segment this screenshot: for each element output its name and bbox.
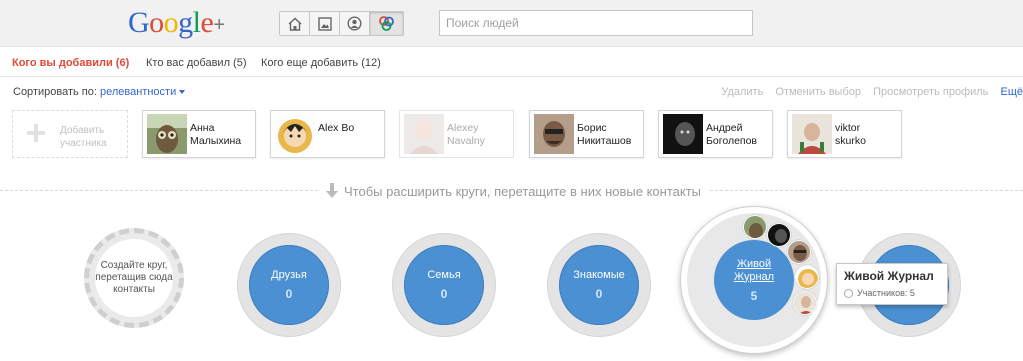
google-plus-logo[interactable]: Google+ [128, 6, 225, 40]
contact-name: viktor skurko [835, 122, 905, 148]
logo-letter: g [178, 6, 193, 39]
tab-added-by-you[interactable]: Кого вы добавили (6) [12, 57, 129, 69]
contact-name-line: Малыхина [190, 135, 242, 147]
circle-acquaintances-center: Знакомые 0 [559, 245, 639, 325]
circle-friends[interactable]: Друзья 0 [237, 233, 341, 337]
more-button[interactable]: Ещё [1000, 86, 1023, 98]
circle-count: 0 [595, 287, 603, 301]
member-avatar[interactable] [787, 240, 811, 264]
avatar [792, 114, 832, 154]
add-participant-card[interactable]: Добавить участника [12, 110, 128, 158]
avatar [663, 114, 703, 154]
circle-livejournal-expanded[interactable]: Живой Журнал 5 [680, 206, 828, 354]
photos-icon [317, 16, 332, 31]
contact-name-line: Alexey [447, 122, 479, 134]
contact-card[interactable]: Alex Bo [270, 110, 385, 158]
delete-button[interactable]: Удалить [721, 86, 763, 98]
circle-name: Друзья [271, 269, 307, 281]
contact-card[interactable]: viktor skurko [787, 110, 902, 158]
tooltip-members: Участников: 5 [844, 288, 940, 298]
nav-circles-button[interactable] [370, 12, 403, 35]
view-profile-button[interactable]: Просмотреть профиль [873, 86, 988, 98]
tooltip-members-text: Участников: 5 [857, 288, 915, 298]
logo-plus: + [213, 14, 225, 36]
contact-name-line: viktor [835, 122, 861, 134]
home-icon [288, 17, 301, 31]
member-avatar[interactable] [793, 291, 817, 315]
contact-card[interactable]: Анна Малыхина [142, 110, 256, 158]
contact-name: Борис Никиташов [577, 122, 647, 148]
circle-count: 0 [285, 287, 293, 301]
members-icon [844, 288, 853, 298]
sort-label: Сортировать по: [13, 86, 97, 98]
create-circle-label: Создайте круг, перетащив сюда контакты [95, 239, 173, 317]
logo-letter: e [200, 6, 214, 39]
contact-name: Анна Малыхина [190, 122, 260, 148]
member-avatar[interactable] [795, 265, 819, 289]
circle-acquaintances[interactable]: Знакомые 0 [547, 233, 651, 337]
selection-actions: Удалить Отменить выбор Просмотреть профи… [712, 86, 1023, 98]
contact-name-line: Анна [190, 122, 215, 134]
create-circle-dropzone[interactable]: Создайте круг, перетащив сюда контакты [84, 228, 184, 328]
contact-card[interactable]: Alexey Navalny [399, 110, 514, 158]
sort-dropdown[interactable]: релевантности [99, 86, 186, 98]
logo-letter: o [163, 6, 179, 39]
avatar [275, 114, 315, 154]
circle-livejournal-center[interactable]: Живой Журнал 5 [714, 240, 794, 320]
drag-hint: Чтобы расширить круги, перетащите в них … [318, 181, 710, 201]
arrow-down-icon [326, 183, 338, 198]
nav-home-button[interactable] [280, 12, 310, 35]
contact-name-line: Alex Bo [318, 122, 355, 134]
circle-name: Семья [427, 269, 461, 281]
tab-suggestions[interactable]: Кого еще добавить (12) [261, 57, 381, 69]
circle-friends-center: Друзья 0 [249, 245, 329, 325]
contact-name: Андрей Боголепов [706, 122, 776, 148]
logo-letter: o [149, 6, 164, 39]
add-participant-label: Добавить участника [60, 125, 107, 149]
contact-name-line: skurko [835, 135, 866, 147]
top-bar: Google+ [0, 0, 1023, 47]
avatar [534, 114, 574, 154]
circle-family[interactable]: Семья 0 [392, 233, 496, 337]
circle-name-line: Журнал [733, 270, 775, 283]
contact-card[interactable]: Андрей Боголепов [658, 110, 773, 158]
circle-count: 5 [750, 288, 758, 303]
contact-name-line: Никиташов [577, 135, 632, 147]
avatar [404, 114, 444, 154]
contact-name-line: Андрей [706, 122, 743, 134]
contact-name-line: Борис [577, 122, 607, 134]
tooltip-title: Живой Журнал [844, 269, 934, 283]
circles-tabs: Кого вы добавили (6) Кто вас добавил (5)… [0, 48, 1023, 77]
contact-name-line: Боголепов [706, 135, 758, 147]
contact-name-line: Navalny [447, 135, 485, 147]
contact-card[interactable]: Борис Никиташов [529, 110, 644, 158]
nav-photos-button[interactable] [310, 12, 340, 35]
sort-value: релевантности [99, 86, 177, 98]
member-avatar[interactable] [743, 215, 767, 239]
contact-name: Alex Bo [318, 122, 388, 135]
nav-profile-button[interactable] [340, 12, 370, 35]
circles-icon [379, 16, 394, 31]
logo-letter: G [128, 6, 150, 39]
circle-count: 0 [440, 287, 448, 301]
circle-name: Знакомые [573, 269, 625, 281]
circle-name-line: Живой [736, 257, 772, 270]
tab-added-you[interactable]: Кто вас добавил (5) [146, 57, 247, 69]
profile-icon [347, 16, 362, 31]
avatar [147, 114, 187, 154]
search-people-input[interactable] [439, 10, 753, 36]
chevron-down-icon [179, 90, 186, 95]
drag-hint-text: Чтобы расширить круги, перетащите в них … [344, 183, 702, 199]
circle-family-center: Семья 0 [404, 245, 484, 325]
contact-name: Alexey Navalny [447, 122, 517, 148]
main-nav [279, 11, 404, 36]
sort-row: Сортировать по: релевантности [13, 86, 186, 98]
logo-letter: l [192, 6, 201, 39]
plus-icon [26, 121, 46, 147]
member-avatar[interactable] [767, 223, 791, 247]
deselect-button[interactable]: Отменить выбор [775, 86, 861, 98]
circle-name: Живой Журнал [734, 258, 774, 284]
circle-tooltip: Живой Журнал Участников: 5 [836, 263, 948, 305]
